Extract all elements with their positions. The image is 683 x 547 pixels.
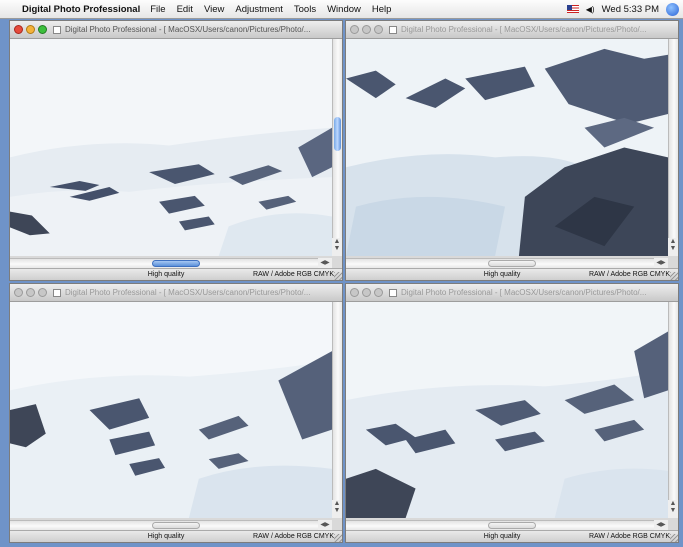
status-bar: High quality RAW / Adobe RGB CMYK — [346, 530, 678, 542]
spotlight-icon[interactable] — [666, 2, 679, 16]
scroll-down-arrow-icon[interactable]: ▼ — [668, 245, 678, 252]
vertical-scrollbar[interactable] — [332, 302, 342, 518]
volume-icon[interactable]: ◀) — [586, 5, 595, 14]
document-proxy-icon[interactable] — [389, 25, 397, 34]
scroll-right-arrow-icon[interactable]: ▶ — [661, 260, 666, 266]
scroll-right-arrow-icon[interactable]: ▶ — [325, 522, 330, 528]
resize-grip-icon[interactable] — [334, 272, 342, 280]
zoom-button[interactable] — [374, 25, 383, 34]
window-title-bar[interactable]: Digital Photo Professional - [ MacOSX/Us… — [10, 284, 342, 302]
image-window-top-left[interactable]: Digital Photo Professional - [ MacOSX/Us… — [9, 20, 343, 281]
horizontal-scroll-thumb[interactable] — [488, 522, 536, 529]
vertical-scroll-arrows[interactable]: ▲ ▼ — [668, 238, 678, 256]
window-title: Digital Photo Professional - [ MacOSX/Us… — [401, 25, 647, 34]
color-info-label: RAW / Adobe RGB CMYK — [252, 533, 334, 540]
window-title: Digital Photo Professional - [ MacOSX/Us… — [401, 288, 647, 297]
vertical-scroll-arrows[interactable]: ▲ ▼ — [332, 238, 342, 256]
minimize-button[interactable] — [26, 288, 35, 297]
quality-label: High quality — [483, 533, 521, 540]
horizontal-scrollbar[interactable] — [10, 258, 318, 268]
image-canvas[interactable] — [10, 302, 332, 518]
close-button[interactable] — [350, 288, 359, 297]
minimize-button[interactable] — [362, 288, 371, 297]
vertical-scroll-arrows[interactable]: ▲ ▼ — [332, 500, 342, 518]
quality-label: High quality — [147, 533, 185, 540]
image-window-top-right[interactable]: Digital Photo Professional - [ MacOSX/Us… — [345, 20, 679, 281]
image-window-bottom-left[interactable]: Digital Photo Professional - [ MacOSX/Us… — [9, 283, 343, 543]
input-source-flag-icon[interactable] — [566, 5, 579, 13]
resize-grip-icon[interactable] — [670, 272, 678, 280]
menu-window[interactable]: Window — [327, 4, 361, 15]
horizontal-scroll-thumb[interactable] — [152, 260, 200, 267]
minimize-button[interactable] — [26, 25, 35, 34]
window-title: Digital Photo Professional - [ MacOSX/Us… — [65, 25, 311, 34]
horizontal-scrollbar[interactable] — [346, 520, 654, 530]
horizontal-scroll-arrows[interactable]: ◀▶ — [318, 258, 332, 268]
scroll-up-arrow-icon[interactable]: ▲ — [332, 238, 342, 245]
color-info-label: RAW / Adobe RGB CMYK — [588, 533, 670, 540]
window-title-bar[interactable]: Digital Photo Professional - [ MacOSX/Us… — [346, 21, 678, 39]
window-title-bar[interactable]: Digital Photo Professional - [ MacOSX/Us… — [346, 284, 678, 302]
document-proxy-icon[interactable] — [389, 288, 397, 297]
zoom-button[interactable] — [38, 288, 47, 297]
menu-view[interactable]: View — [204, 4, 224, 15]
minimize-button[interactable] — [362, 25, 371, 34]
status-bar: High quality RAW / Adobe RGB CMYK — [10, 530, 342, 542]
horizontal-scroll-thumb[interactable] — [488, 260, 536, 267]
menu-help[interactable]: Help — [372, 4, 392, 15]
close-button[interactable] — [350, 25, 359, 34]
mountain-photo — [10, 302, 332, 518]
image-canvas[interactable] — [10, 39, 332, 256]
menu-tools[interactable]: Tools — [294, 4, 316, 15]
close-button[interactable] — [14, 288, 23, 297]
horizontal-scroll-arrows[interactable]: ◀▶ — [654, 520, 668, 530]
zoom-button[interactable] — [38, 25, 47, 34]
vertical-scrollbar[interactable] — [332, 39, 342, 256]
vertical-scrollbar[interactable] — [668, 302, 678, 518]
mountain-photo — [346, 39, 668, 256]
menu-bar: Digital Photo Professional File Edit Vie… — [0, 0, 683, 19]
horizontal-scrollbar[interactable] — [10, 520, 318, 530]
status-bar: High quality RAW / Adobe RGB CMYK — [346, 268, 678, 280]
scroll-down-arrow-icon[interactable]: ▼ — [332, 245, 342, 252]
window-title-bar[interactable]: Digital Photo Professional - [ MacOSX/Us… — [10, 21, 342, 39]
scroll-up-arrow-icon[interactable]: ▲ — [668, 238, 678, 245]
resize-grip-icon[interactable] — [670, 534, 678, 542]
image-canvas[interactable] — [346, 39, 668, 256]
color-info-label: RAW / Adobe RGB CMYK — [252, 271, 334, 278]
image-canvas[interactable] — [346, 302, 668, 518]
document-proxy-icon[interactable] — [53, 25, 61, 34]
image-window-bottom-right[interactable]: Digital Photo Professional - [ MacOSX/Us… — [345, 283, 679, 543]
scroll-down-arrow-icon[interactable]: ▼ — [332, 507, 342, 514]
window-title: Digital Photo Professional - [ MacOSX/Us… — [65, 288, 311, 297]
vertical-scrollbar[interactable] — [668, 39, 678, 256]
mountain-photo — [10, 39, 332, 256]
vertical-scroll-arrows[interactable]: ▲ ▼ — [668, 500, 678, 518]
mountain-photo — [346, 302, 668, 518]
menu-adjustment[interactable]: Adjustment — [235, 4, 283, 15]
menu-app-name[interactable]: Digital Photo Professional — [22, 4, 140, 15]
menu-edit[interactable]: Edit — [177, 4, 193, 15]
scroll-up-arrow-icon[interactable]: ▲ — [332, 500, 342, 507]
color-info-label: RAW / Adobe RGB CMYK — [588, 271, 670, 278]
scroll-up-arrow-icon[interactable]: ▲ — [668, 500, 678, 507]
scroll-down-arrow-icon[interactable]: ▼ — [668, 507, 678, 514]
quality-label: High quality — [483, 271, 521, 278]
document-proxy-icon[interactable] — [53, 288, 61, 297]
scroll-right-arrow-icon[interactable]: ▶ — [661, 522, 666, 528]
menu-file[interactable]: File — [150, 4, 165, 15]
menu-clock[interactable]: Wed 5:33 PM — [602, 4, 659, 15]
horizontal-scroll-arrows[interactable]: ◀▶ — [654, 258, 668, 268]
scroll-right-arrow-icon[interactable]: ▶ — [325, 260, 330, 266]
horizontal-scroll-arrows[interactable]: ◀▶ — [318, 520, 332, 530]
close-button[interactable] — [14, 25, 23, 34]
resize-grip-icon[interactable] — [334, 534, 342, 542]
quality-label: High quality — [147, 271, 185, 278]
zoom-button[interactable] — [374, 288, 383, 297]
status-bar: High quality RAW / Adobe RGB CMYK — [10, 268, 342, 280]
horizontal-scroll-thumb[interactable] — [152, 522, 200, 529]
vertical-scroll-thumb[interactable] — [334, 117, 341, 152]
horizontal-scrollbar[interactable] — [346, 258, 654, 268]
